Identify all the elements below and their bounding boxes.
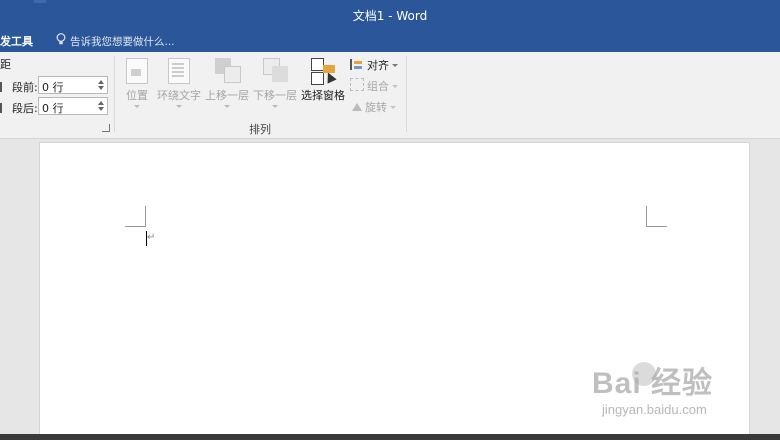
watermark-brand: Bai 经验 xyxy=(592,367,714,400)
selection-pane-button[interactable]: 选择窗格 xyxy=(300,58,346,103)
title-bar: 文档1 - Word xyxy=(0,0,780,32)
spacing-after-spinner[interactable]: 0 行 xyxy=(38,97,108,115)
tell-me-text: 告诉我您想要做什么... xyxy=(70,36,175,48)
spacing-before-label: 段前: xyxy=(0,79,38,95)
spin-down-icon[interactable] xyxy=(98,86,104,90)
baidu-jingyan-watermark: Bai 经验 jingyan.baidu.com xyxy=(588,358,748,430)
margin-mark-top-right xyxy=(646,206,667,227)
dropdown-arrow-icon xyxy=(176,105,182,108)
dropdown-arrow-icon xyxy=(134,105,140,108)
dropdown-arrow-icon xyxy=(392,85,398,88)
wrap-text-button[interactable]: 环绕文字 xyxy=(156,58,202,108)
tell-me-box[interactable]: 告诉我您想要做什么... xyxy=(56,32,175,52)
send-backward-button[interactable]: 下移一层 xyxy=(252,58,298,108)
group-divider xyxy=(406,56,407,132)
selection-pane-icon xyxy=(311,58,337,85)
ribbon-tab-bar: 发工具 告诉我您想要做什么... xyxy=(0,32,780,52)
rotate-icon xyxy=(350,101,362,112)
tab-developer[interactable]: 发工具 xyxy=(0,32,33,52)
watermark-site: jingyan.baidu.com xyxy=(602,402,707,417)
margin-mark-top-left xyxy=(125,206,146,227)
group-divider xyxy=(114,56,115,132)
group-icon xyxy=(350,78,364,91)
window-title: 文档1 - Word xyxy=(352,9,428,23)
dropdown-arrow-icon xyxy=(224,105,230,108)
dropdown-arrow-icon xyxy=(272,105,278,108)
send-backward-icon xyxy=(263,58,289,82)
position-icon xyxy=(126,58,148,84)
dropdown-arrow-icon xyxy=(392,64,398,67)
ribbon: 距 段前: 0 行 段后: 0 行 位置 环绕文字 上移一层 下移一层 选择窗格… xyxy=(0,52,780,139)
spacing-after-icon xyxy=(0,103,10,113)
spacing-after-label: 段后: xyxy=(0,100,38,116)
status-bar-edge xyxy=(0,434,780,440)
spacing-group-title: 距 xyxy=(0,58,11,71)
spin-up-icon[interactable] xyxy=(98,101,104,105)
lightbulb-icon xyxy=(56,32,70,52)
spacing-after-value[interactable]: 0 行 xyxy=(42,100,64,116)
bring-forward-button[interactable]: 上移一层 xyxy=(204,58,250,108)
bring-forward-icon xyxy=(215,58,241,83)
dropdown-arrow-icon xyxy=(390,106,396,109)
dialog-launcher-icon[interactable] xyxy=(102,124,110,132)
paragraph-mark: ↵ xyxy=(147,232,156,243)
group-objects-button[interactable]: 组合 xyxy=(350,78,398,96)
spin-up-icon[interactable] xyxy=(98,80,104,84)
align-button[interactable]: 对齐 xyxy=(350,57,398,75)
position-button[interactable]: 位置 xyxy=(124,58,150,108)
rotate-button[interactable]: 旋转 xyxy=(350,99,396,117)
wrap-text-icon xyxy=(168,58,190,84)
spin-down-icon[interactable] xyxy=(98,107,104,111)
spacing-before-value[interactable]: 0 行 xyxy=(42,79,64,95)
align-icon xyxy=(350,59,364,70)
spacing-before-spinner[interactable]: 0 行 xyxy=(38,76,108,94)
spacing-before-icon xyxy=(0,82,10,92)
arrange-group-label: 排列 xyxy=(249,123,271,136)
